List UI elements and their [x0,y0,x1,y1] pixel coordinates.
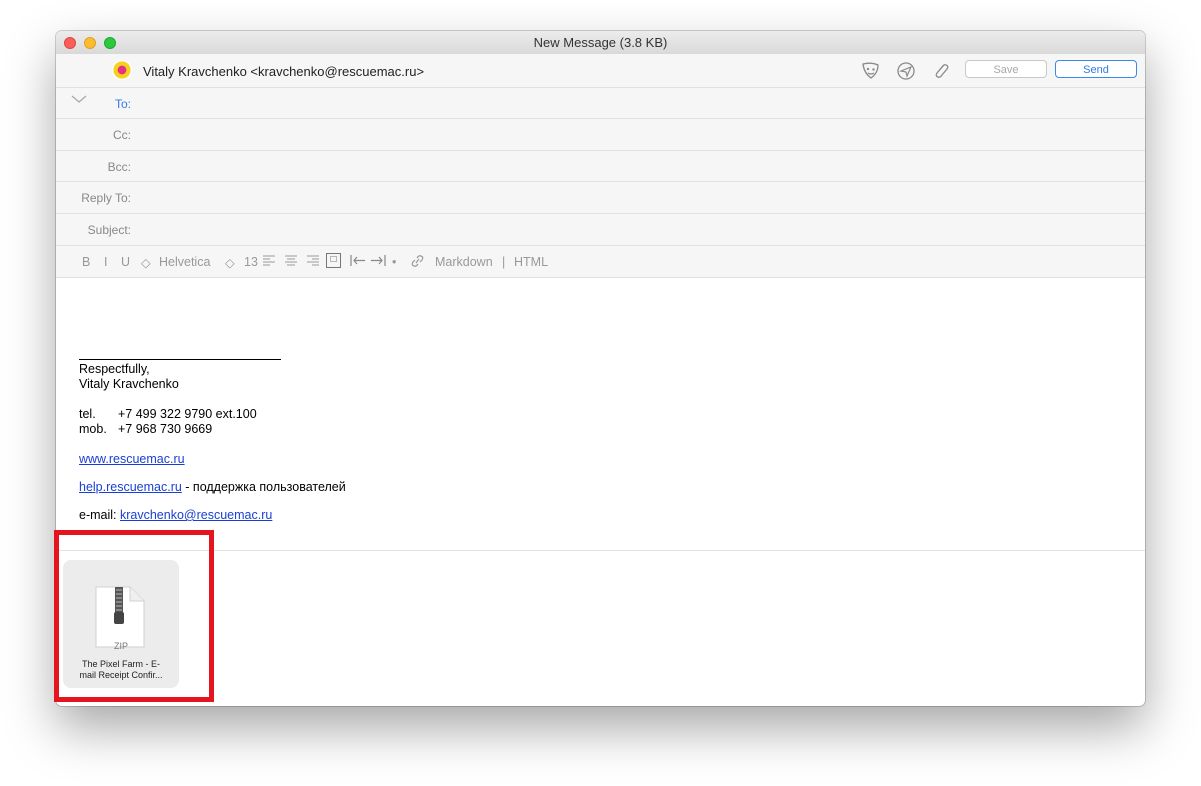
underline-button[interactable]: U [121,255,130,269]
markdown-toggle[interactable]: Markdown [435,255,493,269]
paperclip-icon[interactable] [929,61,953,81]
window-title: New Message (3.8 KB) [533,35,668,50]
attachment-divider [56,550,1145,551]
mask-icon[interactable] [859,61,883,81]
send-button[interactable]: Send [1055,60,1137,78]
link-icon[interactable] [410,254,425,271]
message-body[interactable]: Respectfully, Vitaly Kravchenko tel. +7 … [56,278,1145,552]
title-bar[interactable]: New Message (3.8 KB) [56,31,1145,55]
block-quote-icon[interactable]: □ [326,253,341,268]
indent-icon[interactable] [370,254,386,270]
html-toggle[interactable]: HTML [514,255,548,269]
help-line: help.rescuemac.ru - поддержка пользовате… [79,480,346,495]
chevron-down-icon[interactable] [71,92,87,110]
subject-label: Subject: [87,223,131,237]
compose-window: New Message (3.8 KB) Vitaly Kravchenko <… [56,31,1145,706]
outdent-icon[interactable] [350,254,366,270]
align-left-icon[interactable] [262,254,276,270]
signature-divider [79,359,281,360]
attachment-highlight-box [54,530,214,702]
tel-label: tel. [79,407,96,421]
reply-to-row[interactable]: Reply To: [56,182,1145,214]
list-bullet-icon[interactable]: • [392,255,396,269]
font-select[interactable]: Helvetica [159,255,210,269]
email-link[interactable]: kravchenko@rescuemac.ru [120,508,272,522]
to-label: To: [114,97,131,111]
from-address[interactable]: Vitaly Kravchenko <kravchenko@rescuemac.… [143,64,424,79]
mob-value: +7 968 730 9669 [118,422,213,436]
cc-row[interactable]: Cc: [56,119,1145,151]
format-toolbar: B I U ◇ Helvetica ◇ 13 □ • Markdown | HT… [56,246,1145,278]
help-text: - поддержка пользователей [181,480,346,494]
signature-name: Vitaly Kravchenko [79,377,179,391]
size-stepper-icon[interactable]: ◇ [225,255,235,270]
avatar [112,60,132,80]
bcc-label: Bcc: [107,160,131,174]
message-header: Vitaly Kravchenko <kravchenko@rescuemac.… [56,54,1145,278]
align-center-icon[interactable] [284,254,298,270]
to-row[interactable]: To: [56,88,1145,119]
bold-button[interactable]: B [82,255,90,269]
signature-greeting: Respectfully, [79,362,150,376]
align-right-icon[interactable] [306,254,320,270]
bcc-row[interactable]: Bcc: [56,151,1145,182]
font-stepper-icon[interactable]: ◇ [141,255,151,270]
subject-row[interactable]: Subject: [56,214,1145,246]
website-link[interactable]: www.rescuemac.ru [79,452,185,467]
mob-label: mob. [79,422,107,436]
italic-button[interactable]: I [104,255,107,269]
help-link[interactable]: help.rescuemac.ru [79,480,182,494]
send-later-icon[interactable] [894,61,918,81]
toolbar-separator: | [502,255,506,269]
tel-value: +7 499 322 9790 ext.100 [118,407,257,421]
email-line: e-mail: kravchenko@rescuemac.ru [79,508,272,523]
email-label: e-mail: [79,508,120,522]
save-button[interactable]: Save [965,60,1047,78]
from-row: Vitaly Kravchenko <kravchenko@rescuemac.… [56,54,1145,88]
reply-to-label: Reply To: [81,191,131,205]
cc-label: Cc: [113,128,131,142]
font-size-select[interactable]: 13 [244,255,258,269]
